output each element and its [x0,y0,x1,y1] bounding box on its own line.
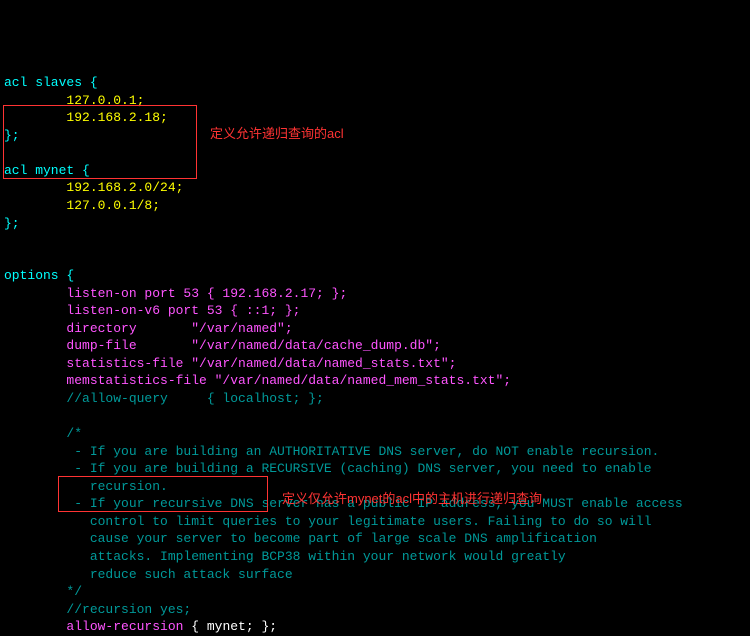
listen-on-v6-line: listen-on-v6 port 53 { ::1; }; [4,303,300,318]
comment-line: - If you are building an AUTHORITATIVE D… [4,444,659,459]
annotation-allow-recursion: 定义仅允许mynet的acl中的主机进行递归查询 [282,490,542,508]
comment-line: cause your server to become part of larg… [4,531,597,546]
comment-line: - If you are building a RECURSIVE (cachi… [4,461,652,476]
options-decl: options { [4,268,74,283]
comment-line: reduce such attack surface [4,567,293,582]
memstatistics-file-line: memstatistics-file "/var/named/data/name… [4,373,511,388]
comment-line: control to limit queries to your legitim… [4,514,652,529]
acl-slaves-decl: acl slaves { [4,75,98,90]
acl-mynet-close: }; [4,216,20,231]
comment-line: recursion. [4,479,168,494]
annotation-mynet: 定义允许递归查询的acl [210,125,344,143]
acl-slaves-entry-2: 192.168.2.18; [66,110,167,125]
acl-slaves-entry-1: 127.0.0.1; [66,93,144,108]
listen-on-line: listen-on port 53 { 192.168.2.17; }; [4,286,347,301]
acl-mynet-decl: acl mynet { [4,163,90,178]
acl-slaves-close: }; [4,128,20,143]
allow-recursion-val: { mynet; }; [183,619,277,634]
comment-close: */ [4,584,82,599]
dump-file-line: dump-file "/var/named/data/cache_dump.db… [4,338,441,353]
acl-mynet-entry-2: 127.0.0.1/8; [66,198,160,213]
statistics-file-line: statistics-file "/var/named/data/named_s… [4,356,456,371]
allow-query-comment: //allow-query { localhost; }; [4,391,324,406]
acl-mynet-entry-1: 192.168.2.0/24; [66,180,183,195]
comment-line: attacks. Implementing BCP38 within your … [4,549,566,564]
allow-recursion-key: allow-recursion [66,619,183,634]
directory-line: directory "/var/named"; [4,321,293,336]
recursion-yes-comment: //recursion yes; [4,602,191,617]
comment-open: /* [4,426,82,441]
